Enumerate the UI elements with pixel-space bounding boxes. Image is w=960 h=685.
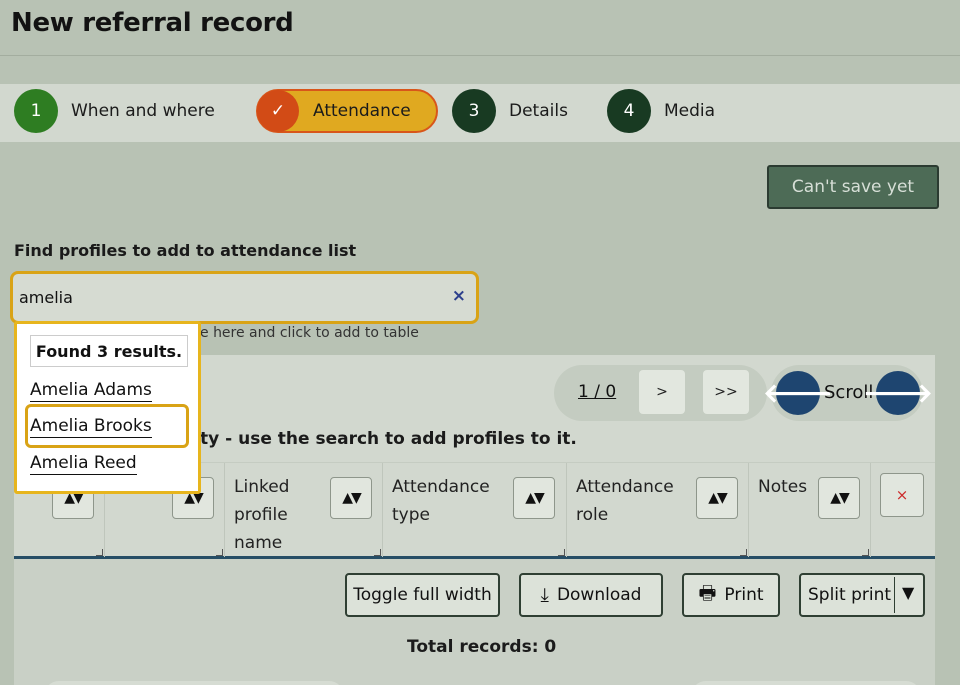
button-label: Download — [556, 585, 642, 605]
toggle-full-width-button[interactable]: Toggle full width — [345, 573, 500, 617]
resize-handle[interactable] — [740, 549, 747, 556]
footer-control-right — [691, 681, 921, 685]
split-divider — [894, 577, 895, 613]
split-print-button[interactable]: Split print ▼ — [799, 573, 925, 617]
sort-icon[interactable]: ▲▼ — [513, 477, 555, 519]
scroll-left-icon[interactable]: 🡐 — [763, 371, 833, 415]
next-page-button[interactable]: > — [639, 370, 685, 414]
step-details[interactable]: 3 Details — [452, 89, 568, 133]
sort-icon[interactable]: ▲▼ — [818, 477, 860, 519]
sort-icon[interactable]: ▲▼ — [330, 477, 372, 519]
sort-icon[interactable]: ▲▼ — [696, 477, 738, 519]
pagination: 1 / 0 > >> — [554, 365, 767, 421]
footer-control-left — [44, 681, 344, 685]
step-label: Media — [664, 101, 716, 121]
total-records: Total records: 0 — [407, 637, 557, 657]
step-number: 4 — [607, 89, 651, 133]
step-label: Attendance — [313, 101, 411, 121]
resize-handle[interactable] — [862, 549, 869, 556]
resize-handle[interactable] — [558, 549, 565, 556]
column-header-linked-profile-name: Linked profile name ▲▼ — [225, 463, 383, 557]
step-attendance[interactable]: ✓ Attendance — [256, 89, 438, 133]
column-header-attendance-role: Attendance role ▲▼ — [567, 463, 749, 557]
resize-handle[interactable] — [216, 549, 223, 556]
result-item[interactable]: Amelia Reed — [30, 452, 137, 475]
print-button[interactable]: 🖶 Print — [682, 573, 780, 617]
results-count: Found 3 results. — [30, 335, 188, 367]
search-field: × — [10, 271, 479, 324]
search-label: Find profiles to add to attendance list — [14, 241, 357, 260]
page-title: New referral record — [11, 8, 294, 38]
result-item[interactable]: Amelia Adams — [30, 379, 152, 402]
check-icon: ✓ — [257, 90, 299, 132]
page-count: 1 / 0 — [578, 382, 617, 402]
column-name: Attendance role — [576, 477, 674, 525]
last-page-button[interactable]: >> — [703, 370, 749, 414]
save-button[interactable]: Can't save yet — [767, 165, 939, 209]
search-input[interactable] — [19, 281, 439, 313]
resize-handle[interactable] — [96, 549, 103, 556]
column-name: Attendance type — [392, 477, 490, 525]
chevron-down-icon[interactable]: ▼ — [902, 583, 914, 602]
search-results-dropdown: Found 3 results. Amelia Adams Amelia Bro… — [14, 321, 201, 494]
step-bar: 1 When and where ✓ Attendance 3 Details … — [0, 84, 960, 142]
step-label: Details — [509, 101, 568, 121]
table-actions: Toggle full width ⤓ Download 🖶 Print Spl… — [14, 559, 935, 685]
step-number: 3 — [452, 89, 496, 133]
resize-handle[interactable] — [374, 549, 381, 556]
column-name: Linked profile name — [234, 477, 290, 553]
download-icon: ⤓ — [540, 584, 549, 606]
column-header-notes: Notes ▲▼ — [749, 463, 871, 557]
printer-icon: 🖶 — [698, 582, 717, 604]
column-name: Notes — [758, 477, 808, 497]
step-when-and-where[interactable]: 1 When and where — [14, 89, 215, 133]
step-number: 1 — [14, 89, 58, 133]
search-hint: e here and click to add to table — [200, 325, 419, 341]
download-button[interactable]: ⤓ Download — [519, 573, 663, 617]
button-label: Print — [724, 585, 764, 605]
clear-search-icon[interactable]: × — [452, 286, 466, 306]
step-label: When and where — [71, 101, 215, 121]
step-media[interactable]: 4 Media — [607, 89, 715, 133]
scroll-right-icon[interactable]: 🡒 — [863, 371, 933, 415]
scroll-control: 🡐 Scroll 🡒 — [763, 365, 933, 421]
title-divider — [0, 55, 960, 56]
result-item[interactable]: Amelia Brooks — [30, 415, 152, 438]
button-label: Toggle full width — [353, 585, 492, 605]
button-label: Split print — [808, 585, 892, 605]
clear-table-icon[interactable]: × — [880, 473, 924, 517]
column-header-attendance-type: Attendance type ▲▼ — [383, 463, 567, 557]
